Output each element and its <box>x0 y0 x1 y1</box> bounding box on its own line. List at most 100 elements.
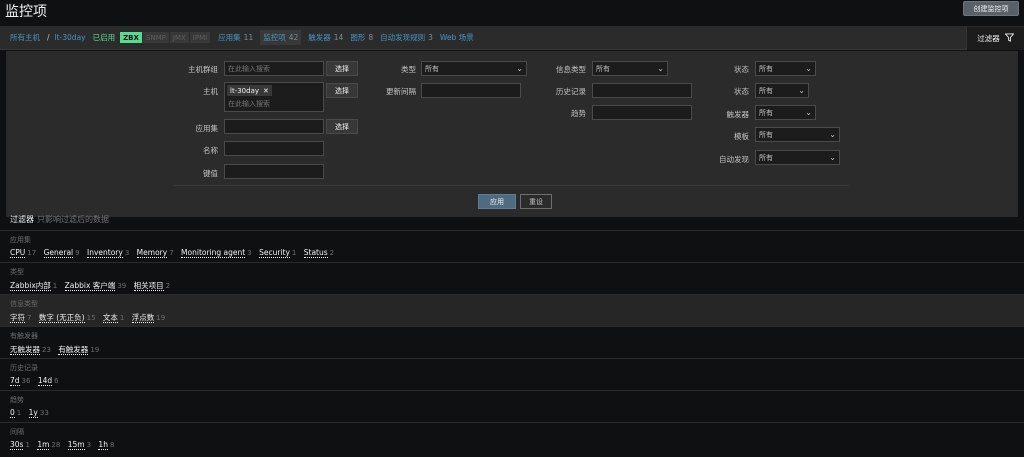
subfilter-item[interactable]: 有触发器 <box>58 345 89 355</box>
application-label: 应用集 <box>195 124 219 133</box>
reset-button[interactable]: 重设 <box>520 194 552 209</box>
subfilter-count: 23 <box>42 346 51 354</box>
subfilter-group-title: 间隔 <box>10 428 24 436</box>
jmx-tag: JMX <box>168 32 189 43</box>
status-label: 状态 <box>734 87 749 96</box>
subfilter-count: 1 <box>25 441 30 449</box>
nav-web-scenarios-label: Web 场景 <box>439 33 474 42</box>
subfilter-group-trends: 趋势 01 1y 33 <box>0 390 1024 422</box>
subfilter-count: 9 <box>75 249 80 257</box>
nav-discovery-rules-count: 3 <box>428 33 433 42</box>
application-select-button[interactable]: 选择 <box>326 119 358 134</box>
nav-web-scenarios[interactable]: Web 场景 <box>440 32 474 43</box>
type-select[interactable]: 所有 ⌄ <box>421 61 527 76</box>
subfilter-count: 8 <box>109 441 115 449</box>
subfilter-item[interactable]: 30s <box>10 440 24 450</box>
subfilter-item[interactable]: 14d <box>37 376 53 386</box>
subfilter-item[interactable]: 1h <box>98 440 108 450</box>
template-label: 模板 <box>734 132 749 141</box>
name-input[interactable] <box>224 141 324 156</box>
status-select[interactable]: 所有 ⌄ <box>755 83 809 98</box>
apply-button[interactable]: 应用 <box>478 194 516 209</box>
host-status-enabled[interactable]: 已启用 <box>93 32 116 43</box>
subfilter-item[interactable]: Status <box>303 248 328 258</box>
subfilter-item[interactable]: Monitoring agent <box>181 248 246 258</box>
nav-triggers-count: 14 <box>333 33 344 42</box>
triggers-select[interactable]: 所有 ⌄ <box>755 105 816 120</box>
discovery-select[interactable]: 所有 ⌄ <box>755 150 840 165</box>
nav-discovery-rules[interactable]: 自动发现规则 3 <box>380 32 433 43</box>
filter-tab[interactable]: 过滤器 <box>966 27 1024 50</box>
host-select-button[interactable]: 选择 <box>326 83 358 98</box>
nav-applications-label: 应用集 <box>218 33 241 42</box>
subfilter-item[interactable]: 文本 <box>102 313 118 323</box>
subfilter-item[interactable]: Zabbix 客户端 <box>64 281 116 291</box>
close-icon[interactable]: ✕ <box>263 87 269 95</box>
nav-graphs[interactable]: 图形 8 <box>350 32 373 43</box>
subfilter-item[interactable]: 1y <box>28 408 38 418</box>
subfilter-item[interactable]: 无触发器 <box>10 345 40 355</box>
subfilter-item[interactable]: 字符 <box>10 313 25 323</box>
discovery-label: 自动发现 <box>719 155 749 164</box>
nav-items[interactable]: 监控项 42 <box>260 30 302 45</box>
subfilter-count: 15 <box>86 314 96 322</box>
update-interval-input[interactable] <box>421 83 521 98</box>
subfilter-item[interactable]: Zabbix内部 <box>10 281 51 291</box>
subfilter-item[interactable]: Security <box>259 248 290 258</box>
host-placeholder: 在此输入搜索 <box>228 100 270 108</box>
subfilter-item[interactable]: 1m <box>37 440 50 450</box>
history-input[interactable] <box>592 83 692 98</box>
info-type-label: 信息类型 <box>556 65 586 74</box>
subfilter-item[interactable]: 7d <box>10 376 20 386</box>
subfilter-item[interactable]: 15m <box>67 440 85 450</box>
triggers-label: 触发器 <box>726 110 750 119</box>
ipmi-tag: IPMI <box>188 32 211 43</box>
template-select[interactable]: 所有 ⌄ <box>755 127 840 142</box>
subfilter-group-interval: 间隔 30s 1 1m 28 15m 3 1h 8 <box>0 422 1024 457</box>
subfilter-item[interactable]: Inventory <box>86 248 123 258</box>
subfilter-item[interactable]: 0 <box>10 408 15 418</box>
subfilter-item[interactable]: Memory <box>136 248 168 258</box>
subfilter-item[interactable]: General <box>43 248 74 258</box>
key-input[interactable] <box>224 164 324 179</box>
host-group-select-button[interactable]: 选择 <box>326 61 358 76</box>
trends-input[interactable] <box>592 105 692 120</box>
state-select[interactable]: 所有 ⌄ <box>755 61 816 76</box>
filter-panel: 主机群组 在此输入搜索 选择 主机 lt-30day ✕ 在此输入搜索 选择 应… <box>6 51 1018 217</box>
state-select-value: 所有 <box>759 64 773 73</box>
subfilter-item[interactable]: CPU <box>10 248 26 258</box>
all-hosts-link[interactable]: 所有主机 <box>10 32 40 43</box>
host-group-label: 主机群组 <box>188 65 218 74</box>
application-input[interactable] <box>224 119 324 134</box>
chevron-down-icon: ⌄ <box>657 64 664 73</box>
subfilter-item[interactable]: 数字 (无正负) <box>38 313 85 323</box>
subfilter-count: 33 <box>39 409 49 417</box>
type-select-value: 所有 <box>425 64 439 73</box>
create-item-button[interactable]: 创建监控项 <box>963 1 1019 16</box>
host-chip[interactable]: lt-30day ✕ <box>227 85 272 96</box>
nav-applications-count: 11 <box>243 33 254 42</box>
nav-triggers[interactable]: 触发器 14 <box>308 32 343 43</box>
host-link[interactable]: lt-30day <box>55 33 86 42</box>
subfilter-count: 3 <box>86 441 92 449</box>
host-group-input[interactable]: 在此输入搜索 <box>224 61 324 76</box>
discovery-select-value: 所有 <box>759 153 773 162</box>
subfilter-count: 28 <box>51 441 61 449</box>
nav-discovery-rules-label: 自动发现规则 <box>380 33 426 42</box>
info-type-select[interactable]: 所有 ⌄ <box>592 61 668 76</box>
subfilter-count: 17 <box>27 249 37 257</box>
subfilter-group-title: 有触发器 <box>10 332 38 340</box>
subfilter-item[interactable]: 浮点数 <box>131 313 155 323</box>
nav-applications[interactable]: 应用集 11 <box>218 32 253 43</box>
trends-label: 趋势 <box>571 109 586 118</box>
host-multiselect[interactable]: lt-30day ✕ 在此输入搜索 <box>224 82 324 112</box>
key-label: 键值 <box>203 169 218 178</box>
template-select-value: 所有 <box>759 130 773 139</box>
subfilter-count: 1 <box>16 409 22 417</box>
availability-tags: ZBX SNMP JMX IPMI <box>120 32 211 43</box>
type-label: 类型 <box>401 65 416 74</box>
subfilter-item[interactable]: 相关项目 <box>133 281 164 291</box>
subfilter-count: 19 <box>156 314 166 322</box>
subfilter-group-title: 类型 <box>10 268 24 276</box>
nav-triggers-label: 触发器 <box>308 33 331 42</box>
